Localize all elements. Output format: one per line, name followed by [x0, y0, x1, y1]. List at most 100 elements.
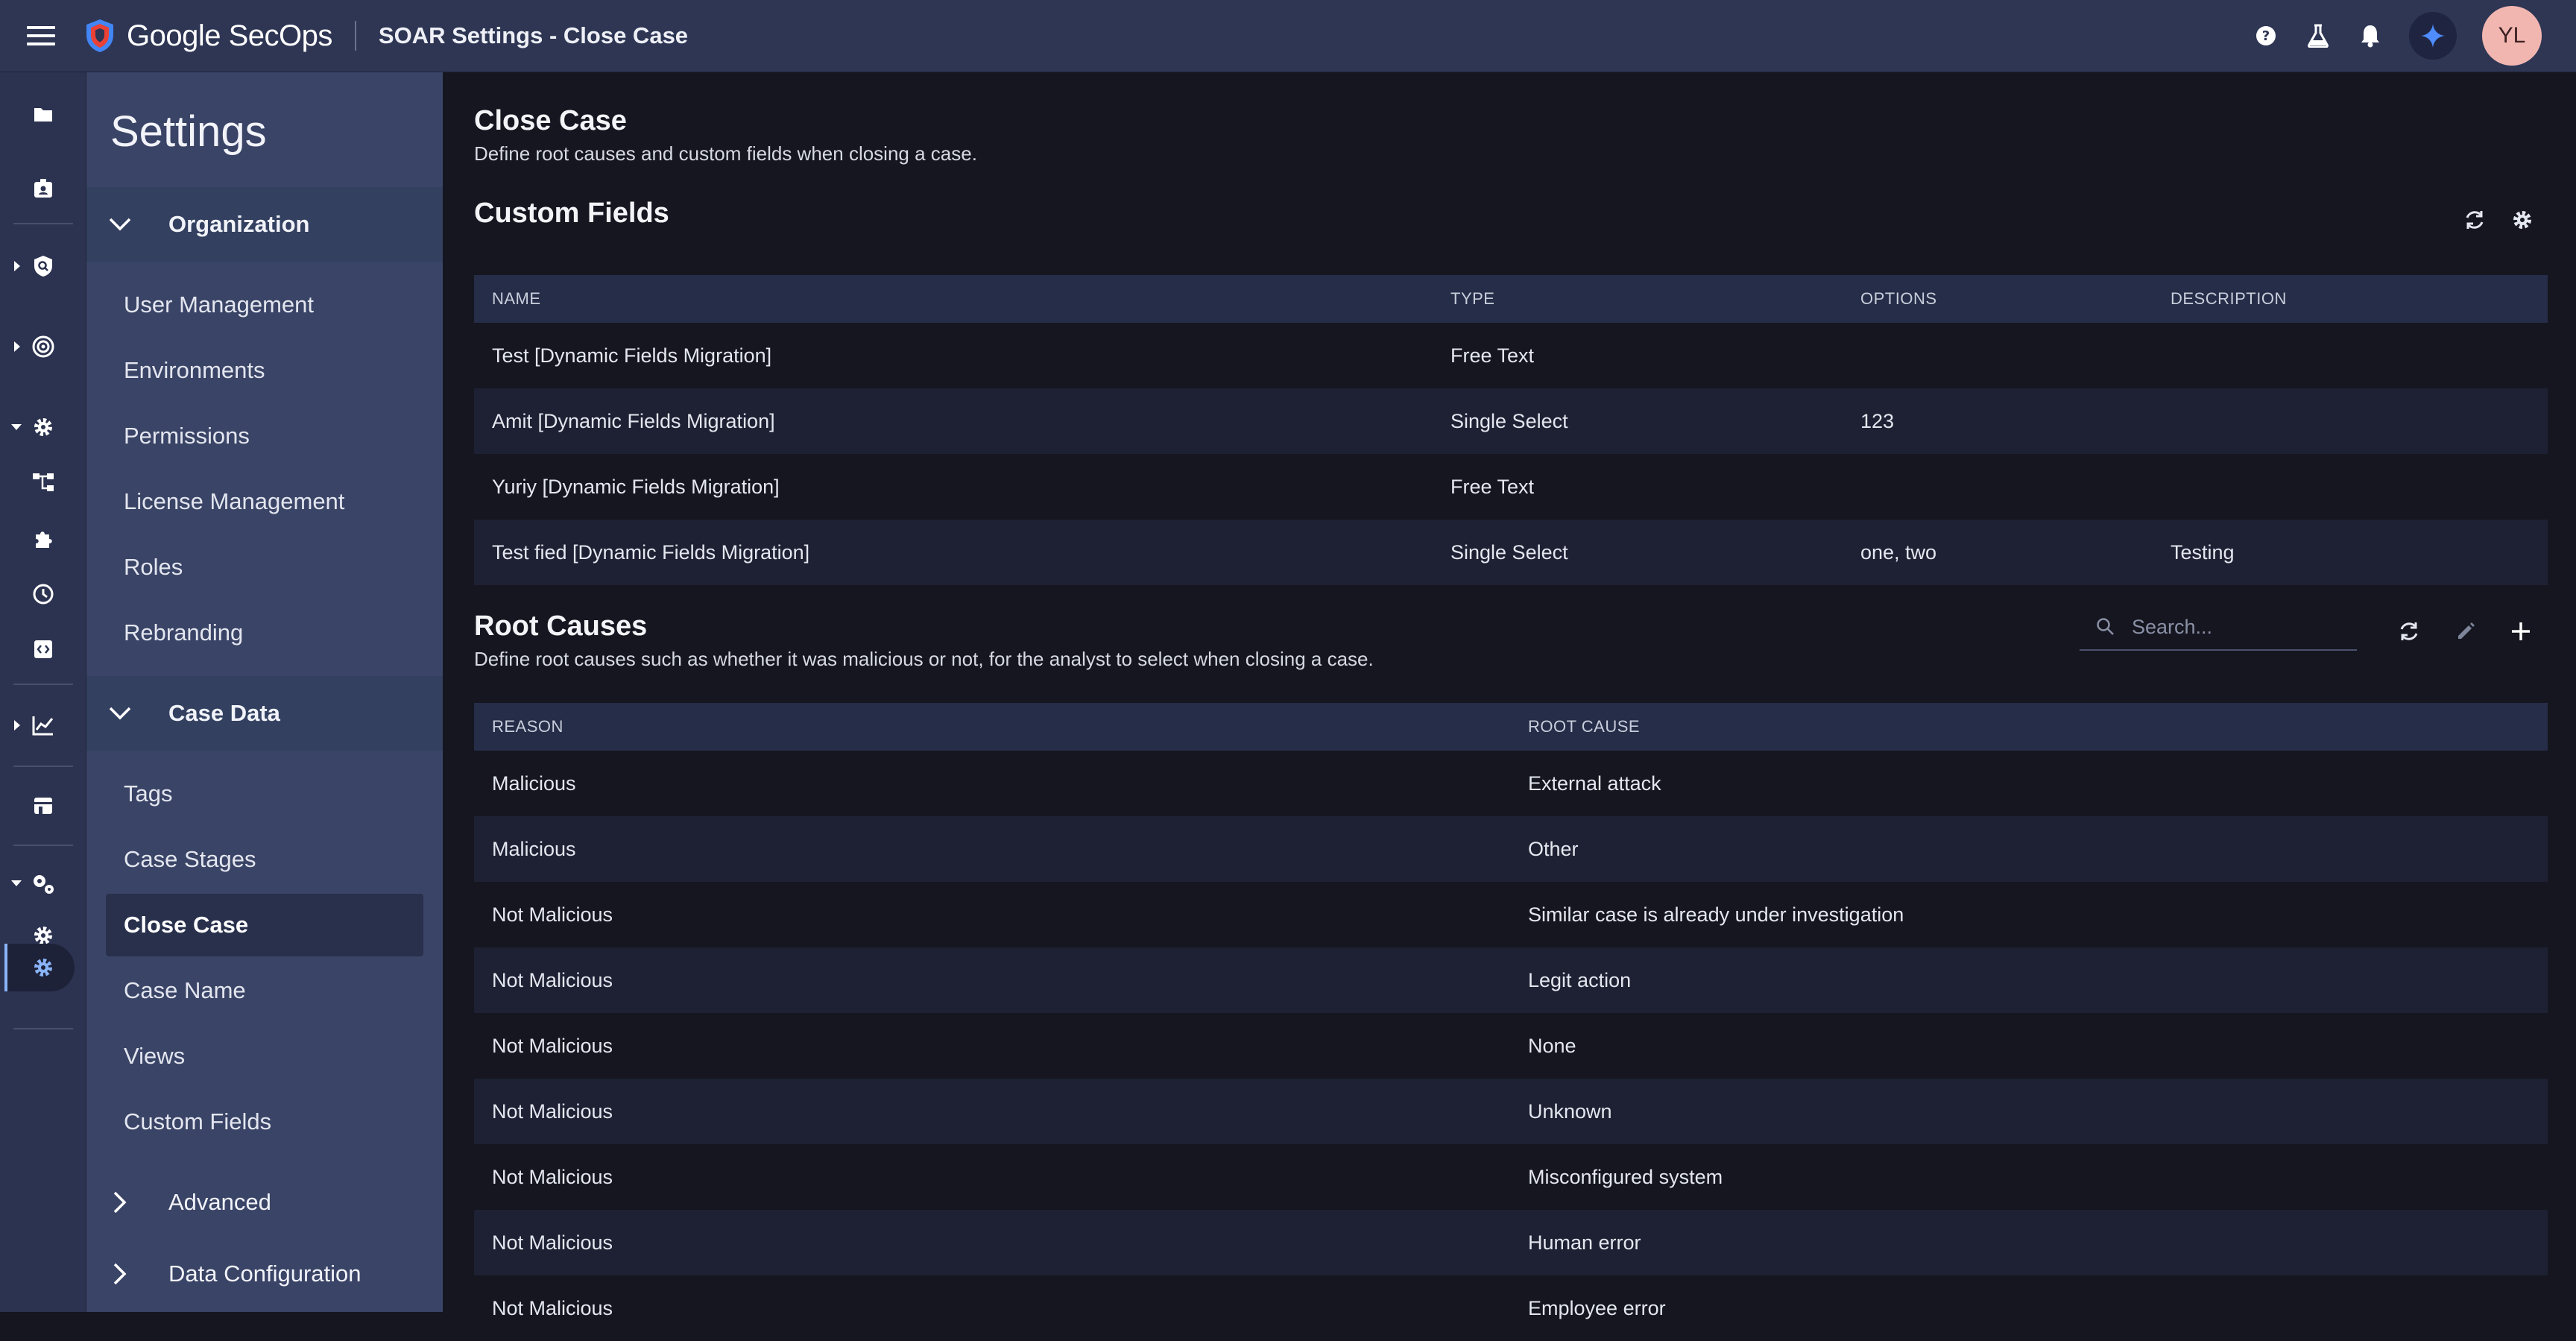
help-button[interactable]: ?: [2253, 22, 2279, 49]
search-input[interactable]: [2132, 615, 2355, 639]
column-header-root-cause[interactable]: ROOT CAUSE: [1528, 703, 1640, 751]
root-causes-search[interactable]: [2080, 605, 2357, 651]
gemini-assistant-button[interactable]: [2409, 12, 2457, 60]
table-row[interactable]: Amit [Dynamic Fields Migration] Single S…: [474, 388, 2548, 454]
cell-reason: Malicious: [492, 837, 576, 860]
rail-dashboards[interactable]: [0, 703, 86, 748]
rail-detection[interactable]: [0, 244, 86, 288]
rail-playbooks[interactable]: [0, 460, 86, 505]
rail-cases[interactable]: [0, 92, 86, 136]
cell-name: Yuriy [Dynamic Fields Migration]: [492, 475, 780, 498]
cell-type: Single Select: [1450, 540, 1568, 564]
cell-reason: Not Malicious: [492, 1034, 613, 1057]
nav-item-case-name[interactable]: Case Name: [106, 959, 423, 1022]
store-icon: [34, 798, 52, 814]
rail-platform-settings[interactable]: [0, 861, 86, 906]
table-row[interactable]: Not Malicious Legit action: [474, 947, 2548, 1013]
section-label: Organization: [168, 211, 310, 237]
nav-item-environments[interactable]: Environments: [106, 339, 423, 402]
rail-marketplace[interactable]: [0, 783, 86, 828]
table-row[interactable]: Yuriy [Dynamic Fields Migration] Free Te…: [474, 454, 2548, 520]
section-label: Data Configuration: [168, 1260, 362, 1287]
user-avatar[interactable]: YL: [2482, 6, 2542, 66]
root-causes-table: REASON ROOT CAUSE Malicious External att…: [474, 703, 2548, 1341]
nav-item-permissions[interactable]: Permissions: [106, 405, 423, 467]
rail-soar-settings[interactable]: [0, 945, 86, 990]
cell-type: Free Text: [1450, 475, 1535, 498]
section-advanced-header[interactable]: Advanced: [86, 1165, 443, 1240]
section-data-configuration-header[interactable]: Data Configuration: [86, 1237, 443, 1311]
cell-reason: Not Malicious: [492, 1296, 613, 1319]
flask-icon: [2308, 24, 2329, 48]
table-row[interactable]: Not Malicious Misconfigured system: [474, 1144, 2548, 1210]
caret-down-icon: [11, 424, 22, 430]
plus-icon: [2512, 622, 2530, 640]
nav-item-license-management[interactable]: License Management: [106, 470, 423, 533]
cell-type: Single Select: [1450, 409, 1568, 432]
column-header-name[interactable]: NAME: [492, 275, 541, 323]
table-row[interactable]: Not Malicious Human error: [474, 1210, 2548, 1275]
root-causes-refresh-button[interactable]: [2394, 616, 2424, 646]
brand-name: Google SecOps: [127, 19, 332, 52]
chevron-right-icon: [113, 1191, 127, 1214]
nav-item-roles[interactable]: Roles: [106, 536, 423, 599]
nav-item-user-management[interactable]: User Management: [106, 274, 423, 336]
add-root-cause-button[interactable]: [2506, 616, 2536, 646]
nav-item-views[interactable]: Views: [106, 1025, 423, 1088]
gear-icon: [34, 418, 52, 436]
history-icon: [33, 584, 54, 605]
title-divider: [354, 21, 356, 51]
custom-fields-settings-button[interactable]: [2507, 205, 2537, 235]
rail-response[interactable]: [0, 405, 86, 449]
table-header: NAME TYPE OPTIONS DESCRIPTION: [474, 275, 2548, 323]
cell-reason: Not Malicious: [492, 1231, 613, 1254]
table-row[interactable]: Not Malicious Similar case is already un…: [474, 882, 2548, 947]
table-row[interactable]: Test fied [Dynamic Fields Migration] Sin…: [474, 520, 2548, 585]
cell-root-cause: External attack: [1528, 772, 1661, 795]
cell-reason: Not Malicious: [492, 1099, 613, 1123]
table-row[interactable]: Not Malicious Employee error: [474, 1275, 2548, 1341]
section-label: Advanced: [168, 1189, 271, 1215]
nav-item-case-stages[interactable]: Case Stages: [106, 828, 423, 891]
root-causes-subtitle: Define root causes such as whether it wa…: [474, 648, 1374, 670]
settings-side-nav: Settings Organization User Management En…: [86, 72, 443, 1312]
nav-item-close-case[interactable]: Close Case: [106, 894, 423, 956]
rail-investigation[interactable]: [0, 166, 86, 211]
main-content: Close Case Define root causes and custom…: [444, 72, 2576, 1341]
custom-fields-refresh-button[interactable]: [2460, 205, 2490, 235]
root-causes-edit-button[interactable]: [2451, 616, 2481, 646]
gear-icon: [2513, 211, 2531, 229]
nav-item-rebranding[interactable]: Rebranding: [106, 602, 423, 664]
rail-threat-hunting[interactable]: [0, 324, 86, 369]
caret-right-icon: [14, 720, 20, 731]
table-row[interactable]: Malicious Other: [474, 816, 2548, 882]
navigation-rail: [0, 72, 86, 1312]
main-menu-button[interactable]: [0, 0, 83, 72]
cell-reason: Not Malicious: [492, 968, 613, 991]
product-logo[interactable]: Google SecOps: [83, 18, 332, 54]
table-header: REASON ROOT CAUSE: [474, 703, 2548, 751]
nav-item-tags[interactable]: Tags: [106, 763, 423, 825]
table-row[interactable]: Malicious External attack: [474, 751, 2548, 816]
table-row[interactable]: Test [Dynamic Fields Migration] Free Tex…: [474, 323, 2548, 388]
code-icon: [34, 640, 52, 658]
table-row[interactable]: Not Malicious None: [474, 1013, 2548, 1079]
notifications-button[interactable]: [2357, 22, 2384, 49]
section-organization-header[interactable]: Organization: [86, 187, 443, 262]
column-header-reason[interactable]: REASON: [492, 703, 564, 751]
column-header-description[interactable]: DESCRIPTION: [2171, 275, 2287, 323]
rail-jobs[interactable]: [0, 572, 86, 616]
column-header-options[interactable]: OPTIONS: [1860, 275, 1937, 323]
nav-item-custom-fields[interactable]: Custom Fields: [106, 1091, 423, 1153]
rail-integrations[interactable]: [0, 517, 86, 561]
cell-reason: Not Malicious: [492, 1165, 613, 1188]
chevron-down-icon: [109, 707, 131, 720]
labs-button[interactable]: [2305, 22, 2332, 49]
rail-ide[interactable]: [0, 627, 86, 672]
table-row[interactable]: Not Malicious Unknown: [474, 1079, 2548, 1144]
gemini-sparkle-icon: [2421, 24, 2445, 48]
section-case-data-header[interactable]: Case Data: [86, 676, 443, 751]
column-header-type[interactable]: TYPE: [1450, 275, 1494, 323]
chevron-down-icon: [109, 218, 131, 231]
cell-root-cause: Other: [1528, 837, 1579, 860]
